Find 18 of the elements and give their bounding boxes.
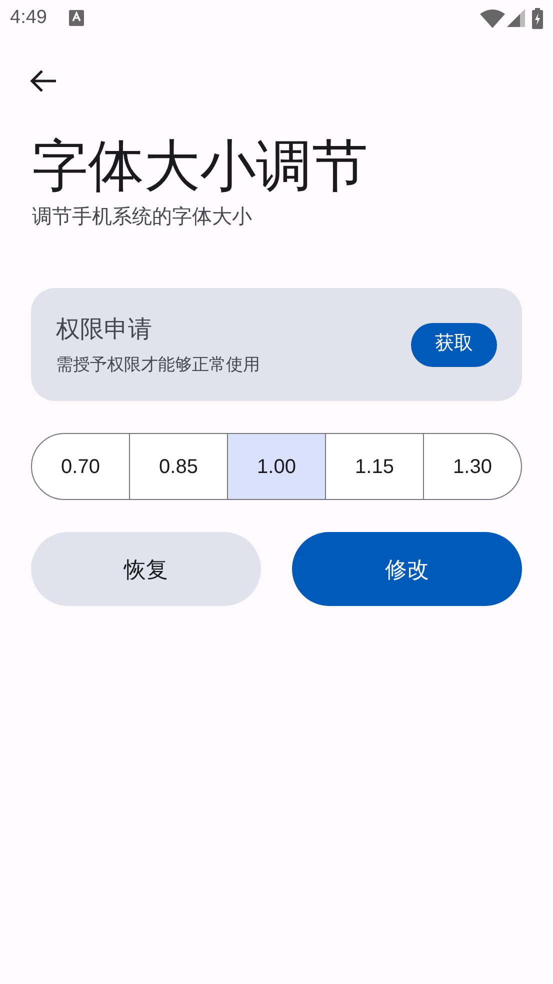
keyboard-icon (68, 10, 84, 26)
page-title: 字体大小调节 (32, 133, 369, 199)
modify-button[interactable]: 修改 (292, 532, 522, 606)
signal-icon (507, 9, 525, 27)
grant-button[interactable]: 获取 (411, 322, 497, 366)
scale-option[interactable]: 0.85 (130, 433, 228, 500)
status-time: 4:49 (10, 6, 47, 30)
scale-option[interactable]: 1.30 (424, 433, 522, 500)
battery-icon (532, 8, 543, 28)
scale-option[interactable]: 1.15 (326, 433, 424, 500)
card-title: 权限申请 (56, 314, 153, 345)
wifi-icon (480, 8, 505, 28)
scale-option[interactable]: 1.00 (228, 433, 326, 500)
scale-option[interactable]: 0.70 (31, 433, 130, 500)
card-description: 需授予权限才能够正常使用 (56, 354, 261, 376)
restore-button[interactable]: 恢复 (31, 532, 261, 606)
back-icon[interactable] (28, 68, 58, 94)
page-subtitle: 调节手机系统的字体大小 (32, 205, 253, 230)
